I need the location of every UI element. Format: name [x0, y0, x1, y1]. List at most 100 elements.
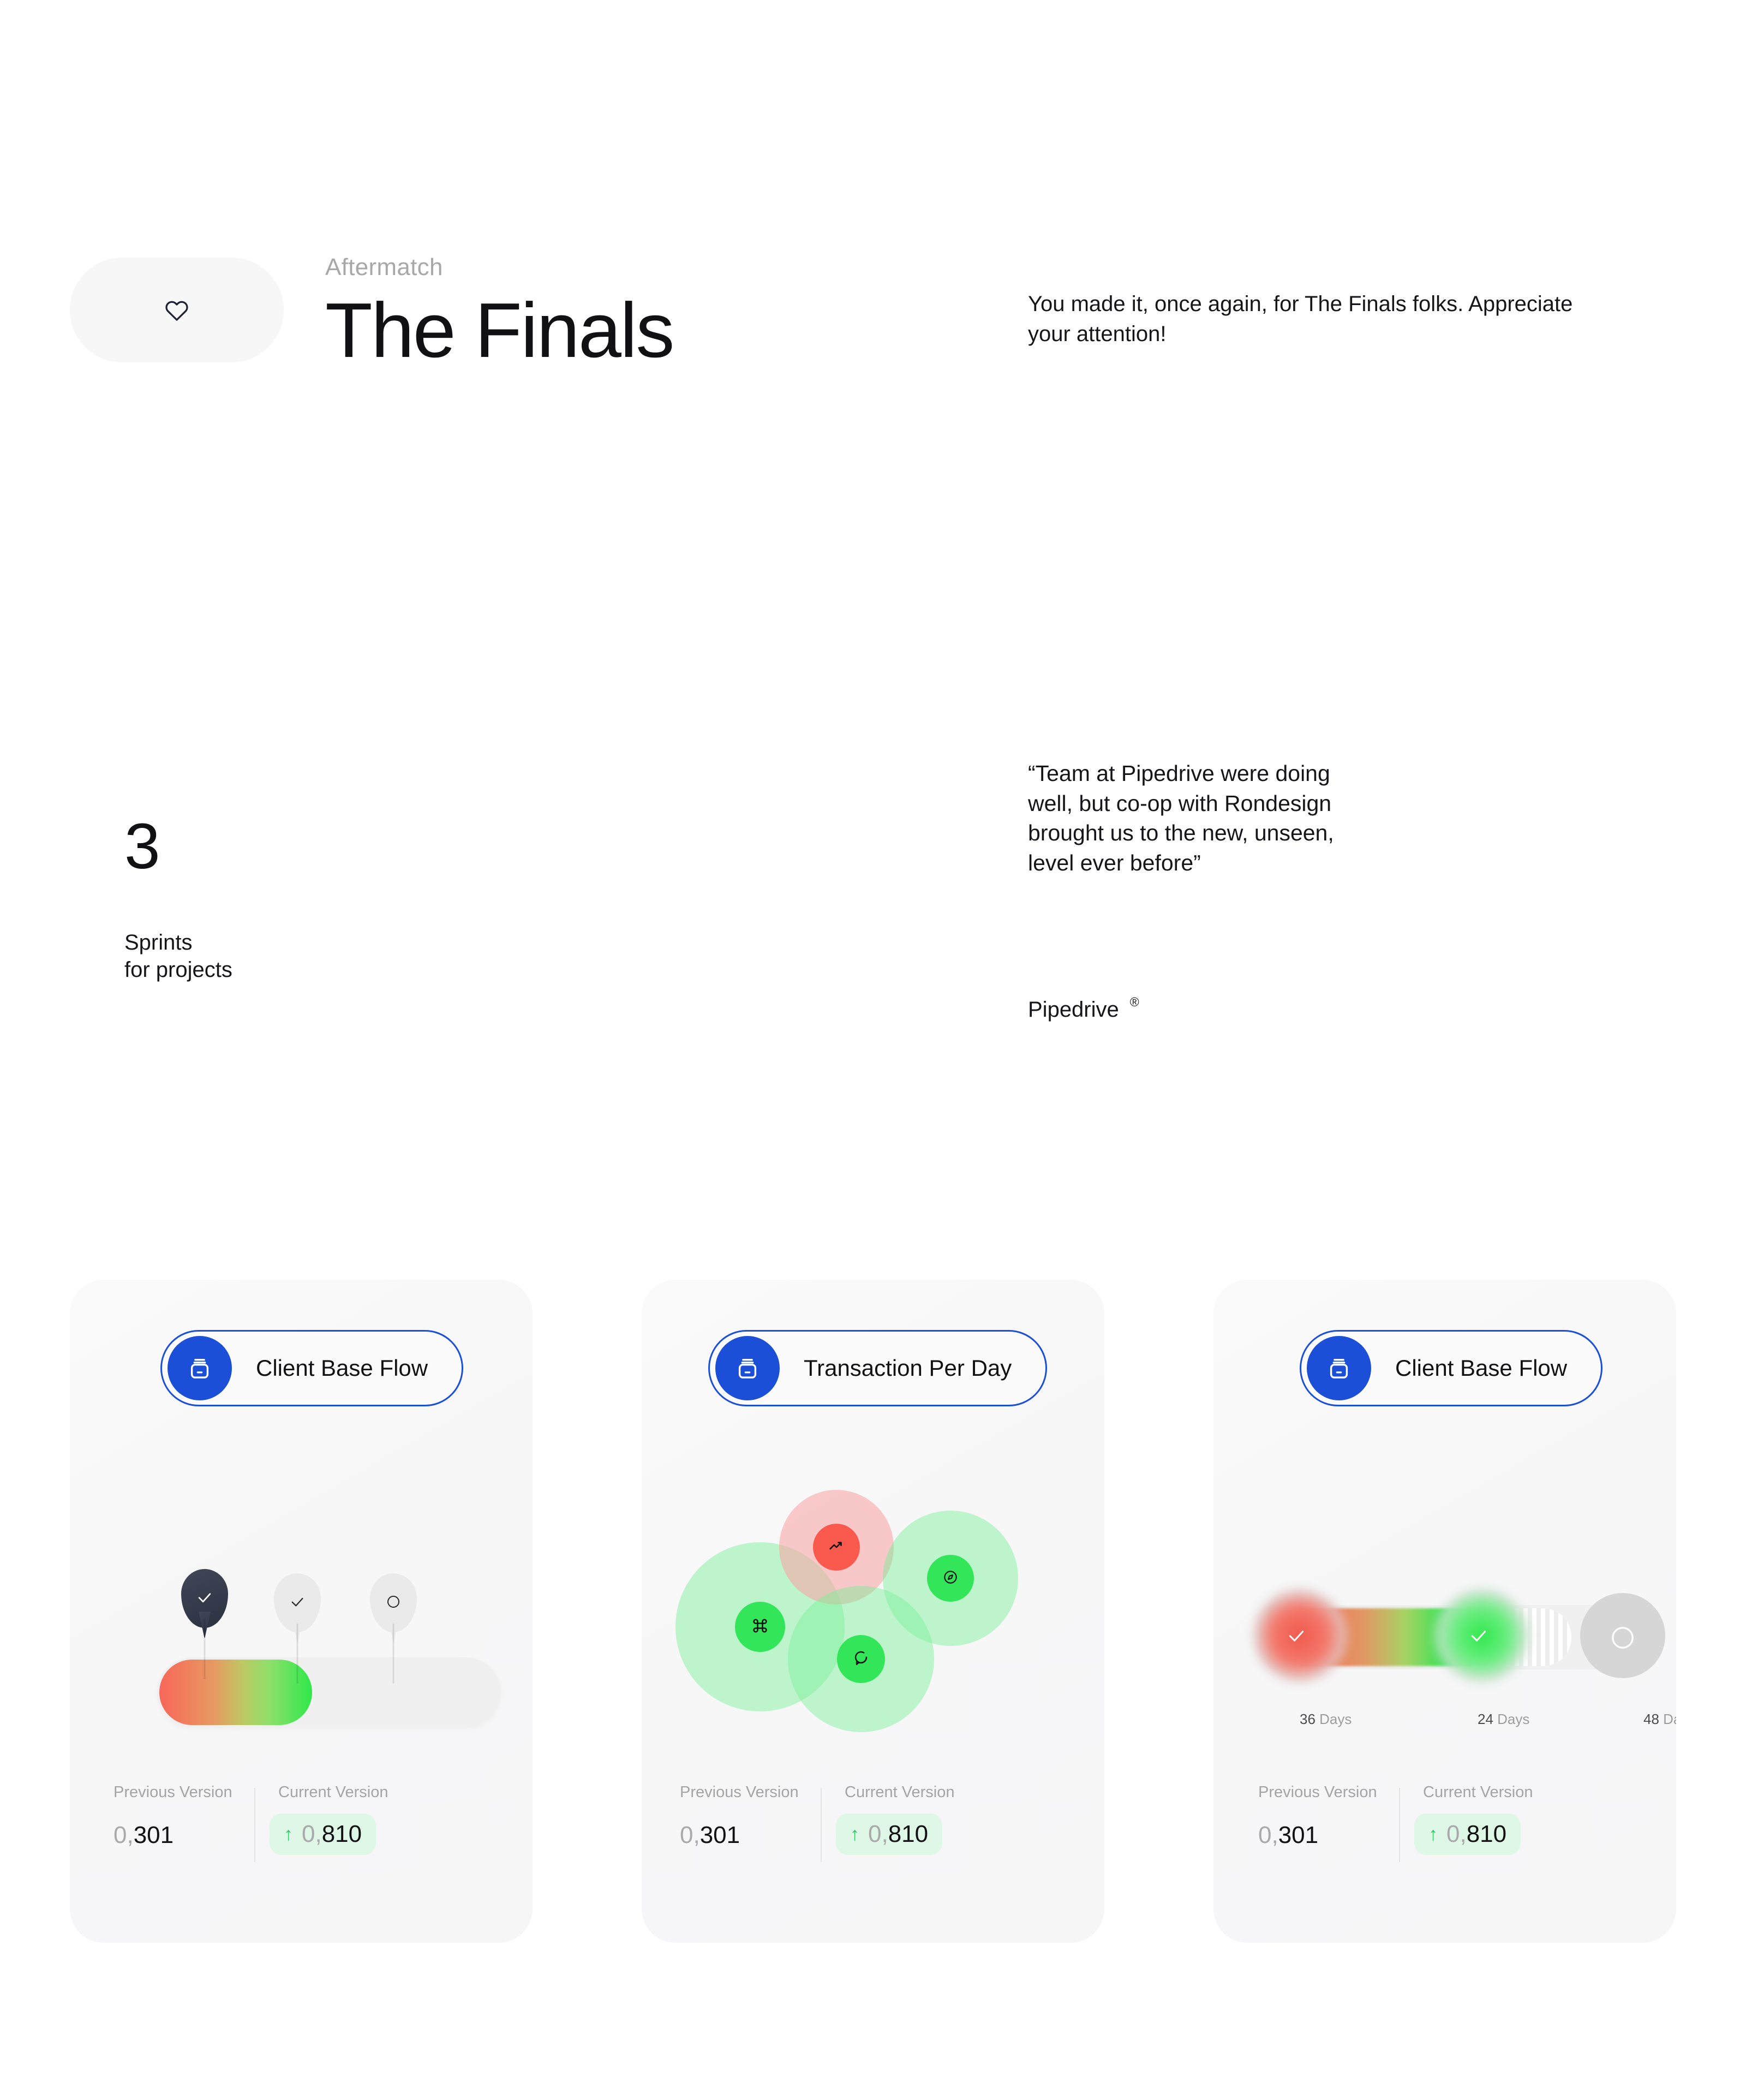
- value-prefix: 0,: [302, 1821, 322, 1847]
- card-2-bubble-cluster: [642, 1490, 1104, 1795]
- previous-version-label: Previous Version: [113, 1783, 232, 1801]
- value-digits: 810: [321, 1821, 362, 1847]
- arrow-up-icon: ↑: [284, 1824, 293, 1845]
- metric-cards-row: Client Base Flow Previous Version 0,301 …: [0, 1280, 1746, 1946]
- card-3-title: Client Base Flow: [1395, 1355, 1568, 1381]
- marker-tail: [387, 1616, 399, 1642]
- value-digits: 301: [133, 1822, 174, 1848]
- check-icon: [195, 1588, 214, 1609]
- day-unit: Days: [1663, 1711, 1676, 1727]
- card-1-progress-slider[interactable]: [157, 1569, 501, 1727]
- bubble-core: [735, 1602, 785, 1652]
- day-label: 36 Days: [1300, 1712, 1352, 1726]
- registered-mark: ®: [1129, 995, 1139, 1010]
- compass-icon: [942, 1568, 959, 1589]
- current-version-label: Current Version: [1423, 1783, 1533, 1801]
- favorite-button[interactable]: [70, 258, 284, 362]
- card-3-footer-stats: Previous Version 0,301 Current Version ↑…: [1213, 1785, 1676, 1943]
- stats-divider: [821, 1788, 822, 1862]
- day-label: 24 Days: [1478, 1712, 1529, 1726]
- circle-icon: [385, 1594, 402, 1613]
- value-prefix: 0,: [1446, 1821, 1467, 1847]
- briefcase-icon: [168, 1336, 232, 1400]
- slider-fill: [159, 1660, 312, 1725]
- metric-card-client-base-flow-days[interactable]: Client Base Flow 36 Days 24 Days 48 D Pr…: [1213, 1280, 1676, 1943]
- card-3-title-pill[interactable]: Client Base Flow: [1300, 1330, 1603, 1406]
- card-2-title: Transaction Per Day: [804, 1355, 1012, 1381]
- day-axis-labels: 36 Days 24 Days 48 Days: [1253, 1712, 1676, 1734]
- arrow-up-icon: ↑: [850, 1824, 859, 1845]
- check-icon: [1468, 1625, 1490, 1649]
- arrow-up-icon: ↑: [1428, 1824, 1438, 1845]
- bubble-core: [927, 1555, 974, 1602]
- slider-marker-completed[interactable]: [274, 1573, 321, 1642]
- card-2-title-pill[interactable]: Transaction Per Day: [708, 1330, 1048, 1406]
- current-version-stat: Current Version ↑ 0, 810: [1414, 1783, 1533, 1855]
- value-digits: 810: [1466, 1821, 1507, 1847]
- day-number: 36: [1300, 1711, 1316, 1727]
- page-root: Aftermatch The Finals You made it, once …: [0, 0, 1746, 2100]
- testimonial-block: “Team at Pipedrive were doing well, but …: [1028, 759, 1366, 1021]
- bubble-chat[interactable]: [788, 1586, 934, 1732]
- check-icon: [289, 1593, 306, 1613]
- sprints-caption-line-2: for projects: [124, 958, 232, 982]
- previous-version-value: 0,301: [680, 1823, 799, 1847]
- card-3-progress-slider[interactable]: 36 Days 24 Days 48 Days: [1233, 1585, 1676, 1744]
- chat-bubble-icon: [852, 1649, 870, 1670]
- current-version-label: Current Version: [845, 1783, 955, 1801]
- current-version-label: Current Version: [278, 1783, 388, 1801]
- metric-card-client-base-flow[interactable]: Client Base Flow Previous Version 0,301 …: [70, 1280, 533, 1943]
- sprints-count: 3: [124, 810, 160, 882]
- previous-version-label: Previous Version: [1258, 1783, 1377, 1801]
- sprints-caption: Sprints for projects: [124, 929, 232, 984]
- value-digits: 301: [1278, 1822, 1319, 1848]
- value-prefix: 0,: [113, 1822, 134, 1848]
- briefcase-icon: [1307, 1336, 1371, 1400]
- previous-version-stat: Previous Version 0,301: [680, 1785, 799, 1847]
- title-block: Aftermatch The Finals: [325, 254, 674, 374]
- previous-version-label: Previous Version: [680, 1783, 799, 1801]
- marker-tail: [199, 1612, 211, 1638]
- trending-up-icon: [827, 1537, 846, 1558]
- card-1-footer-stats: Previous Version 0,301 Current Version ↑…: [70, 1785, 533, 1943]
- current-version-stat: Current Version ↑ 0, 810: [836, 1783, 955, 1855]
- testimonial-quote: “Team at Pipedrive were doing well, but …: [1028, 761, 1334, 875]
- previous-version-value: 0,301: [1258, 1823, 1377, 1847]
- check-icon: [1285, 1625, 1307, 1649]
- card-1-title: Client Base Flow: [256, 1355, 428, 1381]
- brand-name: Pipedrive: [1028, 998, 1119, 1022]
- value-prefix: 0,: [1258, 1822, 1278, 1848]
- previous-version-stat: Previous Version 0,301: [113, 1785, 232, 1847]
- previous-version-stat: Previous Version 0,301: [1258, 1785, 1377, 1847]
- briefcase-icon: [715, 1336, 780, 1400]
- slider-marker-pending[interactable]: [370, 1573, 417, 1642]
- card-2-footer-stats: Previous Version 0,301 Current Version ↑…: [642, 1785, 1104, 1943]
- circle-icon: [1609, 1624, 1637, 1655]
- value-digits: 301: [699, 1822, 740, 1848]
- day-number: 24: [1478, 1711, 1493, 1727]
- stats-divider: [254, 1788, 255, 1862]
- day-unit: Days: [1319, 1711, 1352, 1727]
- value-digits: 810: [888, 1821, 929, 1847]
- sprints-stat-block: 3 Sprints for projects: [124, 814, 232, 984]
- value-prefix: 0,: [868, 1821, 888, 1847]
- sprints-caption-line-1: Sprints: [124, 930, 193, 954]
- intro-paragraph: You made it, once again, for The Finals …: [1028, 292, 1573, 347]
- value-prefix: 0,: [680, 1822, 700, 1848]
- testimonial-brand: Pipedrive ®: [1028, 995, 1366, 1022]
- current-version-badge: ↑ 0, 810: [270, 1813, 376, 1855]
- current-version-badge: ↑ 0, 810: [1414, 1813, 1521, 1855]
- current-version-stat: Current Version ↑ 0, 810: [270, 1783, 388, 1855]
- bubble-core: [837, 1635, 885, 1683]
- card-1-title-pill[interactable]: Client Base Flow: [160, 1330, 464, 1406]
- previous-version-value: 0,301: [113, 1823, 232, 1847]
- command-icon: [750, 1616, 770, 1638]
- metric-card-transaction-per-day[interactable]: Transaction Per Day Previous Version 0,3…: [642, 1280, 1104, 1943]
- marker-tail: [291, 1616, 303, 1642]
- day-unit: Days: [1497, 1711, 1530, 1727]
- page-title: The Finals: [325, 287, 674, 374]
- stats-divider: [1399, 1788, 1400, 1862]
- bubble-core: [813, 1524, 860, 1571]
- eyebrow-label: Aftermatch: [325, 254, 443, 281]
- slider-marker-completed-active[interactable]: [181, 1569, 228, 1638]
